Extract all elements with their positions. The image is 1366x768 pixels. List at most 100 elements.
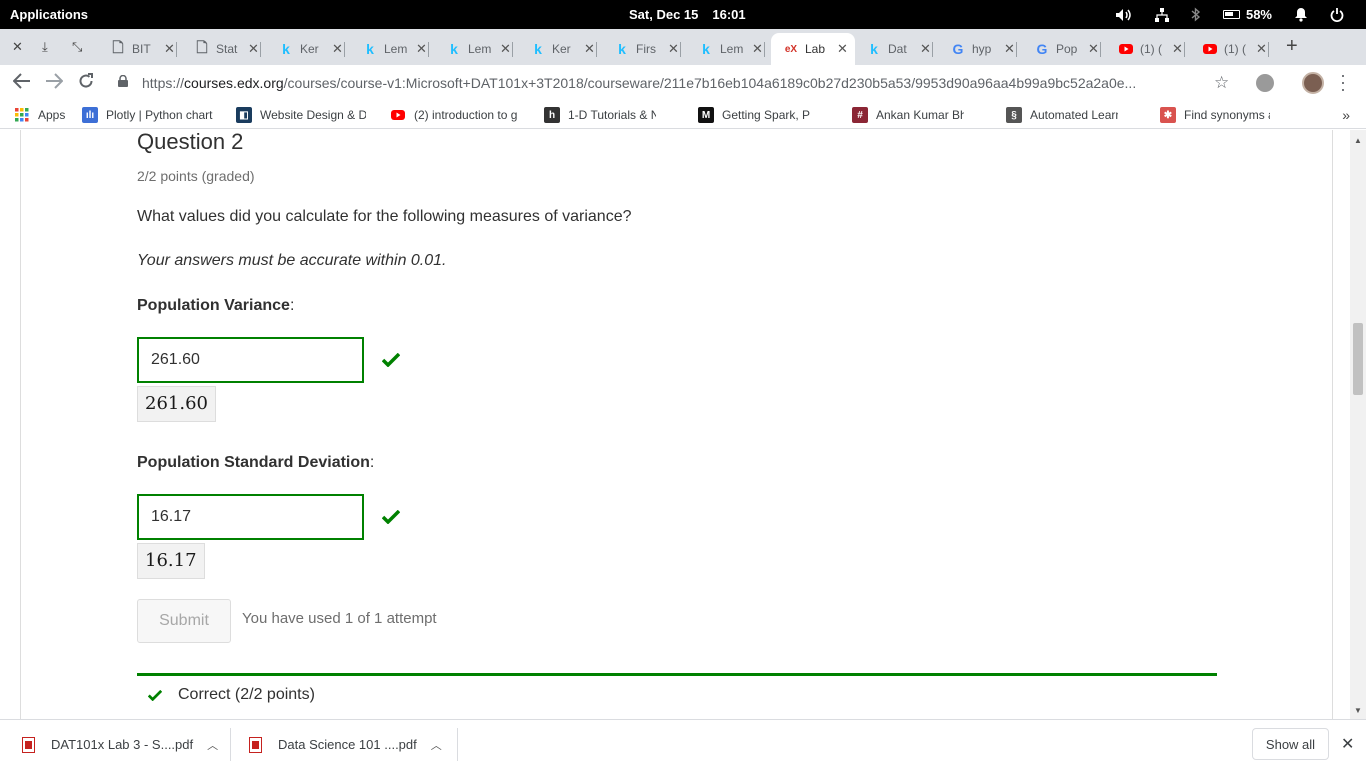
applications-menu[interactable]: Applications (10, 7, 88, 22)
download-icon[interactable]: ⤓ (42, 39, 48, 55)
browser-tab[interactable]: k Dat ✕ (866, 33, 933, 65)
download-item[interactable]: Data Science 101 ....pdf ︿ (249, 720, 442, 768)
tab-title: Ker (552, 42, 571, 56)
site-icon: ◧ (236, 107, 252, 123)
power-icon[interactable] (1330, 7, 1344, 22)
close-tab-icon[interactable]: ✕ (1004, 41, 1015, 57)
close-tab-icon[interactable]: ✕ (416, 41, 427, 57)
question-title: Question 2 (137, 130, 244, 154)
scroll-down-icon[interactable]: ▼ (1354, 706, 1362, 715)
browser-tab[interactable]: k Ker ✕ (530, 33, 597, 65)
tab-title: (1) ( (1140, 42, 1162, 56)
url-host: courses.edx.org (184, 75, 284, 91)
bluetooth-icon[interactable] (1191, 7, 1201, 22)
reload-icon[interactable] (78, 73, 94, 94)
close-tab-icon[interactable]: ✕ (12, 39, 23, 55)
profile-avatar[interactable] (1302, 72, 1324, 94)
browser-tab[interactable]: k Lem ✕ (446, 33, 513, 65)
k-icon: k (282, 41, 290, 57)
bookmark-item[interactable]: ılı Plotly | Python chart (82, 107, 213, 123)
tab-title: BIT (132, 42, 151, 56)
browser-tab[interactable]: Ghyp ✕ (950, 33, 1017, 65)
browser-tab[interactable]: k Ker ✕ (278, 33, 345, 65)
browser-tab[interactable]: (1) (✕ (1202, 33, 1269, 65)
lock-icon[interactable] (118, 75, 128, 87)
bookmark-item[interactable]: § Automated Learning (1006, 107, 1118, 123)
std-dev-input[interactable] (137, 494, 364, 540)
browser-tab[interactable]: k Firs ✕ (614, 33, 681, 65)
browser-tab[interactable]: 🗋 BIT ✕ (110, 33, 177, 65)
tab-separator (595, 42, 597, 57)
k-icon: k (534, 41, 542, 57)
close-tab-icon[interactable]: ✕ (332, 41, 343, 57)
submit-button[interactable]: Submit (137, 599, 231, 643)
close-tab-icon[interactable]: ✕ (500, 41, 511, 57)
youtube-icon (1118, 41, 1134, 57)
close-tab-icon[interactable]: ✕ (1088, 41, 1099, 57)
close-tab-icon[interactable]: ✕ (584, 41, 595, 57)
system-tray: 58% (1115, 0, 1366, 29)
extension-icon[interactable] (1256, 74, 1274, 92)
bookmark-item[interactable]: # Ankan Kumar Bhuni (852, 107, 964, 123)
bookmark-item[interactable]: Apps (14, 107, 65, 123)
browser-tab[interactable]: k Lem ✕ (362, 33, 429, 65)
pdf-file-icon (249, 736, 262, 753)
tab-separator (343, 42, 345, 57)
tab-separator (1099, 42, 1101, 57)
plotly-icon: ılı (82, 107, 98, 123)
browser-menu-icon[interactable]: · · · (1340, 66, 1346, 98)
hash-icon: # (852, 107, 868, 123)
edx-icon: eX (784, 43, 798, 55)
document-icon: 🗋 (112, 39, 124, 55)
bookmarks-overflow-icon[interactable]: » (1342, 107, 1350, 123)
bookmark-label: Ankan Kumar Bhuni (876, 108, 964, 122)
battery-indicator[interactable]: 58% (1222, 7, 1272, 22)
close-tab-icon[interactable]: ✕ (920, 41, 931, 57)
forward-icon[interactable] (45, 73, 64, 94)
scroll-up-icon[interactable]: ▲ (1354, 136, 1362, 145)
close-tab-icon[interactable]: ✕ (668, 41, 679, 57)
bookmark-item[interactable]: h 1-D Tutorials & Note (544, 107, 656, 123)
close-tab-icon[interactable]: ✕ (1256, 41, 1267, 57)
volume-icon[interactable] (1115, 8, 1133, 22)
download-item[interactable]: DAT101x Lab 3 - S....pdf ︿ (22, 720, 218, 768)
collapse-icon[interactable]: ⤡ (72, 39, 82, 55)
close-tab-icon[interactable]: ✕ (837, 41, 848, 57)
bookmark-item[interactable]: ✱ Find synonyms and l (1160, 107, 1270, 123)
bookmark-star-icon[interactable]: ☆ (1214, 73, 1229, 93)
close-download-shelf-icon[interactable]: ✕ (1341, 734, 1354, 754)
download-separator (457, 728, 458, 761)
tab-title: Pop (1056, 42, 1078, 56)
browser-tab[interactable]: (1) ( ✕ (1118, 33, 1185, 65)
url-text[interactable]: https://courses.edx.org/courses/course-v… (142, 75, 1202, 91)
close-tab-icon[interactable]: ✕ (1172, 41, 1183, 57)
browser-tab[interactable]: G Pop ✕ (1034, 33, 1101, 65)
scrollbar-thumb[interactable] (1353, 323, 1363, 395)
back-icon[interactable] (12, 73, 31, 94)
notification-bell-icon[interactable] (1294, 7, 1308, 22)
chevron-up-icon[interactable]: ︿ (431, 737, 442, 753)
tab-separator (1183, 42, 1185, 57)
close-tab-icon[interactable]: ✕ (248, 41, 259, 57)
browser-tab[interactable]: eX Lab ✕ (771, 33, 855, 65)
vertical-scrollbar[interactable]: ▲ ▼ (1350, 130, 1366, 719)
close-tab-icon[interactable]: ✕ (164, 41, 175, 57)
close-tab-icon[interactable]: ✕ (752, 41, 763, 57)
chevron-up-icon[interactable]: ︿ (207, 737, 218, 753)
variance-label-text: Population Variance (137, 297, 290, 314)
new-tab-button[interactable]: + (1286, 35, 1298, 58)
show-all-button[interactable]: Show all (1252, 728, 1329, 760)
bookmark-item[interactable]: M Getting Spark, Pytho (698, 107, 810, 123)
bookmark-item[interactable]: ◧ Website Design & D (236, 107, 366, 123)
browser-tab[interactable]: k Lem ✕ (698, 33, 765, 65)
bookmark-label: Getting Spark, Pytho (722, 108, 810, 122)
tab-separator (679, 42, 681, 57)
network-icon[interactable] (1154, 7, 1169, 22)
download-separator (230, 728, 231, 761)
clock[interactable]: Sat, Dec 15 16:01 (629, 7, 760, 22)
browser-tab[interactable]: 🗋 Stat ✕ (194, 33, 261, 65)
link-icon: § (1006, 107, 1022, 123)
bookmark-item[interactable]: (2) introduction to g (390, 107, 517, 123)
variance-input[interactable] (137, 337, 364, 383)
address-bar[interactable]: https://courses.edx.org/courses/course-v… (112, 69, 1248, 97)
